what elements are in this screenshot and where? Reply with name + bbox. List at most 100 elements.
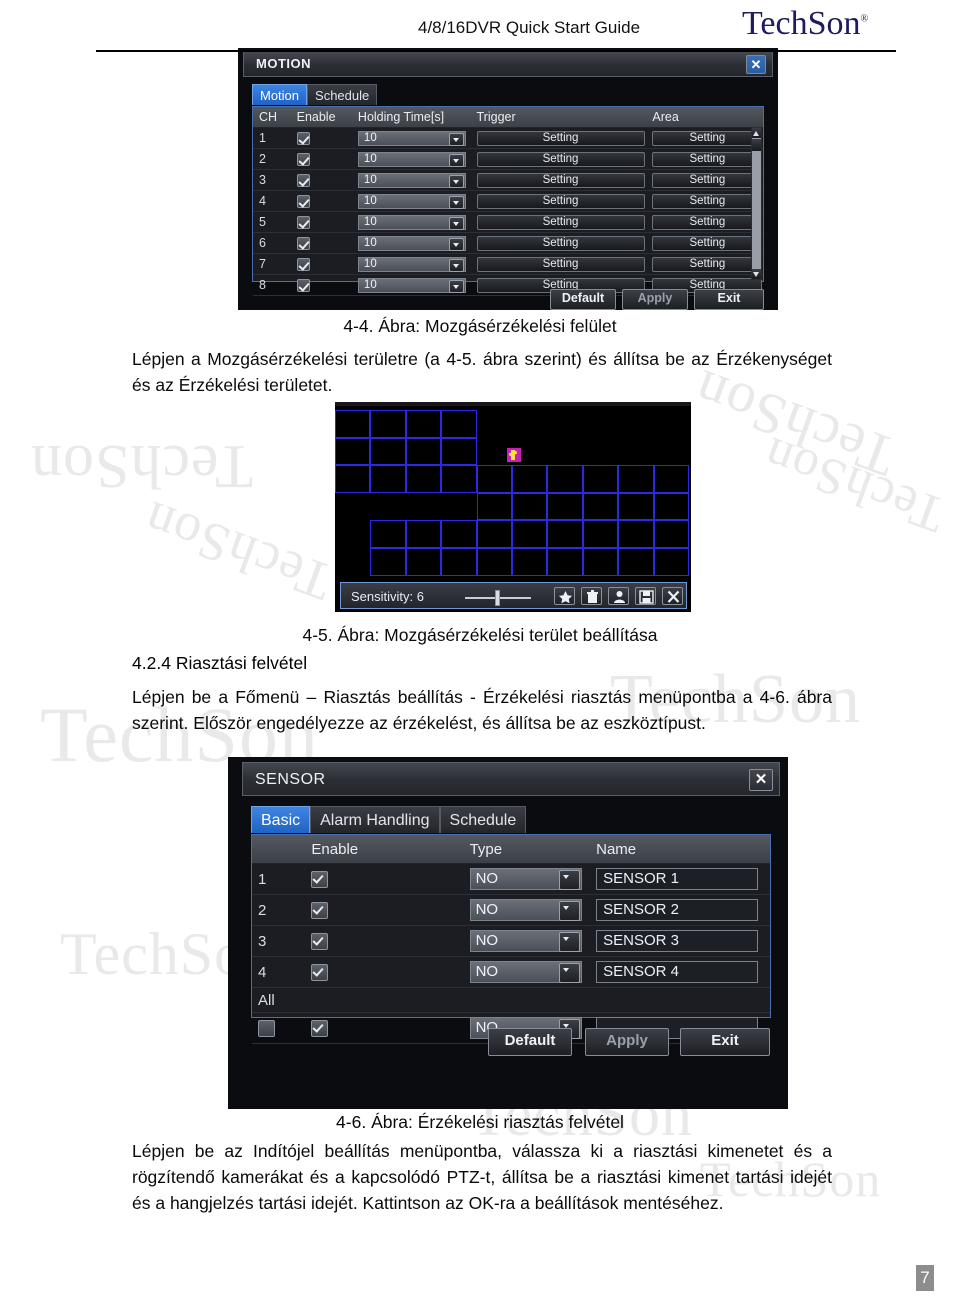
sensor-type-select[interactable]: NO <box>469 899 582 921</box>
motion-area-cell[interactable] <box>512 465 548 493</box>
motion-area-cell[interactable] <box>547 548 583 576</box>
sensor-enable-checkbox[interactable] <box>311 870 329 888</box>
motion-area-cell[interactable] <box>653 520 689 548</box>
motion-area-cell[interactable] <box>582 492 619 521</box>
motion-area-cell[interactable] <box>370 410 406 438</box>
motion-area-cell[interactable] <box>476 492 512 521</box>
motion-apply-button[interactable]: Apply <box>622 289 688 310</box>
sensitivity-slider-knob[interactable] <box>495 590 500 606</box>
holding-time-select[interactable]: 10 <box>357 214 466 230</box>
chevron-down-icon[interactable] <box>448 216 464 230</box>
motion-enable-checkbox[interactable] <box>296 131 310 145</box>
area-setting-button[interactable]: Setting <box>652 256 763 272</box>
area-setting-button[interactable]: Setting <box>652 130 763 146</box>
motion-area-cell[interactable] <box>370 437 406 466</box>
sensor-default-button[interactable]: Default <box>488 1028 572 1056</box>
motion-area-cell[interactable] <box>405 465 442 493</box>
trigger-setting-button[interactable]: Setting <box>476 193 645 209</box>
close-icon[interactable]: ✕ <box>749 769 773 791</box>
motion-area-cell[interactable] <box>405 548 442 576</box>
motion-area-cell[interactable] <box>370 520 406 548</box>
motion-area-figure[interactable]: Sensitivity: 6 <box>335 406 691 612</box>
sensor-enable-checkbox[interactable] <box>311 963 329 981</box>
trigger-setting-button[interactable]: Setting <box>476 172 645 188</box>
motion-area-cell[interactable] <box>618 492 654 521</box>
motion-area-cell[interactable] <box>547 465 583 493</box>
star-icon[interactable] <box>554 587 575 605</box>
motion-area-cell[interactable] <box>335 465 371 493</box>
area-setting-button[interactable]: Setting <box>652 172 763 188</box>
trash-icon[interactable] <box>581 587 602 605</box>
motion-area-cell[interactable] <box>582 465 619 493</box>
area-setting-button[interactable]: Setting <box>652 214 763 230</box>
area-setting-button[interactable]: Setting <box>652 193 763 209</box>
chevron-down-icon[interactable] <box>558 870 580 890</box>
area-setting-button[interactable]: Setting <box>652 151 763 167</box>
motion-area-cell[interactable] <box>476 520 512 548</box>
sensor-name-field[interactable]: SENSOR 1 <box>596 868 759 890</box>
chevron-down-icon[interactable] <box>558 901 580 921</box>
scroll-up-icon[interactable] <box>752 128 761 138</box>
trigger-setting-button[interactable]: Setting <box>476 151 645 167</box>
motion-area-cell[interactable] <box>405 437 442 466</box>
chevron-down-icon[interactable] <box>448 153 464 167</box>
holding-time-select[interactable]: 10 <box>357 256 466 272</box>
motion-area-cell[interactable] <box>370 548 406 576</box>
sensor-exit-button[interactable]: Exit <box>680 1028 770 1056</box>
holding-time-select[interactable]: 10 <box>357 172 466 188</box>
chevron-down-icon[interactable] <box>558 963 580 983</box>
sensor-tab-alarm-handling[interactable]: Alarm Handling <box>310 806 440 833</box>
scroll-thumb[interactable] <box>752 139 761 151</box>
motion-area-cell[interactable] <box>512 548 548 576</box>
holding-time-select[interactable]: 10 <box>357 130 466 146</box>
save-icon[interactable] <box>635 587 656 605</box>
motion-area-cell[interactable] <box>618 465 654 493</box>
motion-area-cell[interactable] <box>582 548 619 576</box>
holding-time-select[interactable]: 10 <box>357 193 466 209</box>
scroll-down-icon[interactable] <box>752 269 761 279</box>
motion-area-cell[interactable] <box>441 410 477 438</box>
sensor-tab-schedule[interactable]: Schedule <box>439 806 527 833</box>
motion-enable-checkbox[interactable] <box>296 257 310 271</box>
sensor-name-field[interactable]: SENSOR 3 <box>596 930 759 952</box>
motion-area-cell[interactable] <box>405 410 442 438</box>
motion-area-cell[interactable] <box>441 520 477 548</box>
motion-area-cell[interactable] <box>441 437 477 466</box>
person-icon[interactable] <box>608 587 629 605</box>
motion-enable-checkbox[interactable] <box>296 194 310 208</box>
close-icon[interactable]: ✕ <box>746 55 766 74</box>
motion-tab-schedule[interactable]: Schedule <box>307 84 378 105</box>
holding-time-select[interactable]: 10 <box>357 151 466 167</box>
motion-area-cell[interactable] <box>476 548 512 576</box>
trigger-setting-button[interactable]: Setting <box>476 235 645 251</box>
chevron-down-icon[interactable] <box>448 237 464 251</box>
motion-area-cell[interactable] <box>653 548 689 576</box>
sensor-enable-checkbox[interactable] <box>311 901 329 919</box>
motion-default-button[interactable]: Default <box>550 289 616 310</box>
trigger-setting-button[interactable]: Setting <box>476 130 645 146</box>
close-icon[interactable] <box>662 587 683 605</box>
motion-area-cell[interactable] <box>653 492 689 521</box>
motion-area-cell[interactable] <box>335 410 371 438</box>
motion-exit-button[interactable]: Exit <box>694 289 764 310</box>
motion-area-cell[interactable] <box>653 465 689 493</box>
motion-table-scrollbar[interactable] <box>751 127 762 280</box>
sensor-type-select[interactable]: NO <box>469 930 582 952</box>
chevron-down-icon[interactable] <box>448 258 464 272</box>
chevron-down-icon[interactable] <box>448 132 464 146</box>
motion-area-cell[interactable] <box>405 520 442 548</box>
motion-area-cell[interactable] <box>547 492 583 521</box>
motion-area-cell[interactable] <box>618 548 654 576</box>
chevron-down-icon[interactable] <box>558 932 580 952</box>
sensor-name-field[interactable]: SENSOR 4 <box>596 961 759 983</box>
sensor-type-select[interactable]: NO <box>469 868 582 890</box>
motion-enable-checkbox[interactable] <box>296 215 310 229</box>
motion-enable-checkbox[interactable] <box>296 236 310 250</box>
motion-area-cell[interactable] <box>512 492 548 521</box>
motion-area-cell[interactable] <box>370 465 406 493</box>
sensor-enable-checkbox[interactable] <box>311 932 329 950</box>
sensor-tab-basic[interactable]: Basic <box>251 806 311 833</box>
motion-area-cell[interactable] <box>441 548 477 576</box>
trigger-setting-button[interactable]: Setting <box>476 256 645 272</box>
chevron-down-icon[interactable] <box>448 174 464 188</box>
